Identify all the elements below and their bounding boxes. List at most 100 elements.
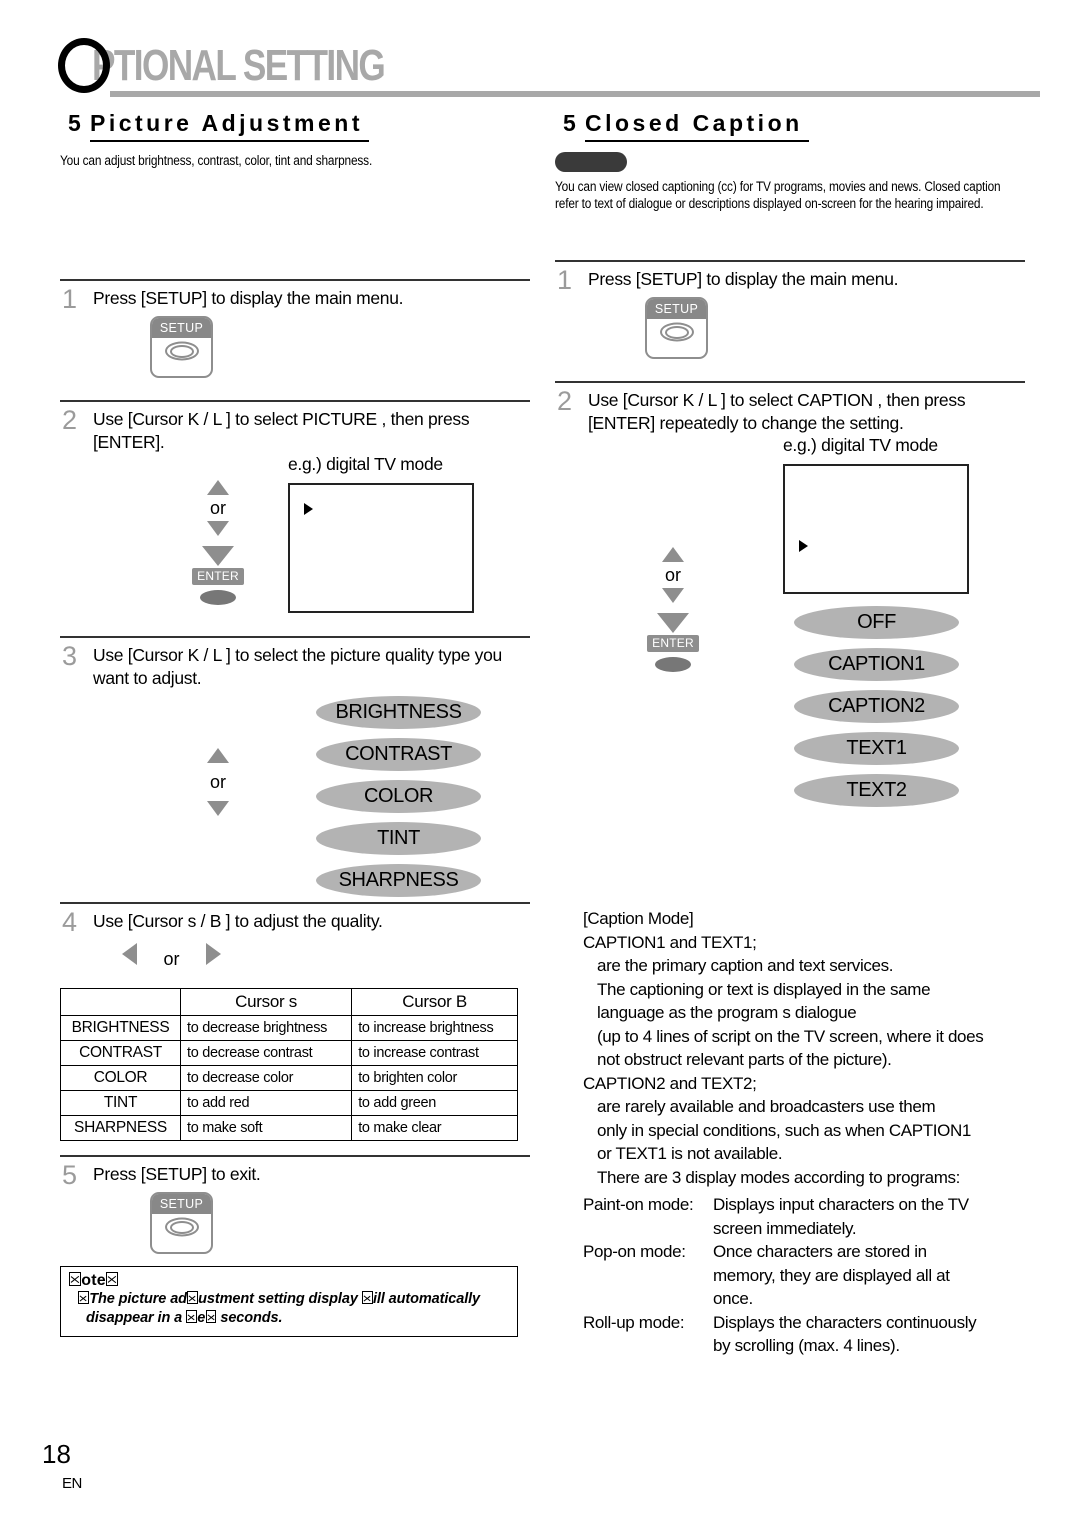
display-modes-list: Paint-on mode: Displays input characters… (583, 1193, 1025, 1358)
missing-glyph-icon (69, 1272, 81, 1287)
picture-quality-options: BRIGHTNESS CONTRAST COLOR TINT SHARPNESS (316, 696, 481, 906)
table-cell: COLOR (60, 1065, 181, 1091)
table-cell: BRIGHTNESS (60, 1015, 181, 1041)
chapter-title-text: PTIONAL SETTING (92, 41, 386, 90)
enter-arrow-icon (657, 613, 689, 633)
table-cell: to increase brightness (351, 1015, 518, 1041)
caption-mode-title: [Caption Mode] (583, 909, 694, 928)
screen-cursor-icon (799, 540, 808, 552)
caption-options: OFF CAPTION1 CAPTION2 TEXT1 TEXT2 (794, 606, 969, 807)
or-label: or (664, 565, 681, 585)
option-oval[interactable]: BRIGHTNESS (316, 696, 481, 729)
setup-key-disc-icon (164, 1217, 199, 1237)
caption-group-2-line: are rarely available and broadcasters us… (597, 1097, 936, 1116)
page-number: 18 (42, 1439, 71, 1469)
option-oval[interactable]: TEXT1 (794, 732, 959, 765)
language-code: EN (62, 1475, 82, 1492)
option-oval[interactable]: CONTRAST (316, 738, 481, 771)
cursor-left-icon (122, 943, 137, 965)
step-number: 4 (62, 907, 78, 937)
enter-key-disc-icon (200, 590, 236, 605)
left-column: 5 Picture Adjustment You can adjust brig… (60, 110, 530, 1337)
table-cell: to make soft (179, 1115, 353, 1141)
section-heading-closed-caption: 5 Closed Caption (555, 110, 1025, 144)
display-mode-line: once. (713, 1289, 753, 1308)
display-mode-line: memory, they are displayed all at (713, 1265, 950, 1285)
section-title: Closed Caption (585, 110, 809, 142)
missing-glyph-icon (106, 1272, 118, 1287)
cursor-down-icon (207, 801, 229, 816)
table-cell: to add green (351, 1090, 518, 1116)
display-mode-name: Pop-on mode: (583, 1242, 686, 1261)
setup-key-disc-icon (164, 341, 199, 361)
step-number: 3 (62, 641, 78, 671)
section-mark: 5 (563, 110, 576, 136)
option-oval[interactable]: COLOR (316, 780, 481, 813)
display-mode-row: Pop-on mode: Once characters are stored … (583, 1240, 1025, 1311)
step-2-block: 2 Use [Cursor K / L ] to select PICTURE … (60, 400, 530, 618)
step-text: Use [Cursor K / L ] to select the pictur… (93, 645, 502, 688)
setup-key-graphic: SETUP (150, 1192, 213, 1254)
setup-key-label: SETUP (152, 1194, 211, 1214)
option-oval[interactable]: CAPTION2 (794, 690, 959, 723)
table-row: CONTRAST to decrease contrast to increas… (60, 1040, 518, 1066)
step-number: 2 (557, 386, 573, 416)
note-box: ote The picture ad ustment setting displa… (60, 1266, 518, 1337)
option-oval[interactable]: OFF (794, 606, 959, 639)
step-text: Use [Cursor K / L ] to select PICTURE , … (93, 409, 470, 452)
section-title: Picture Adjustment (90, 110, 370, 142)
table-row: BRIGHTNESS to decrease brightness to inc… (60, 1015, 518, 1041)
display-mode-row: Roll-up mode: Displays the characters co… (583, 1311, 1025, 1358)
display-mode-name: Paint-on mode: (583, 1195, 694, 1214)
step-number: 1 (557, 265, 573, 295)
caption-group-1-line: not obstruct relevant parts of the pictu… (597, 1050, 892, 1069)
step-text: Use [Cursor s / B ] to adjust the qualit… (93, 911, 383, 931)
cursor-down-icon (662, 588, 684, 603)
tv-screen-example (783, 464, 969, 594)
display-mode-name: Roll-up mode: (583, 1312, 685, 1332)
step-1-block: 1 Press [SETUP] to display the main menu… (60, 279, 530, 378)
caption-group-1-line: The captioning or text is displayed in t… (597, 979, 931, 999)
manual-page: PTIONAL SETTING 5 Picture Adjustment You… (0, 0, 1080, 1526)
enter-arrow-icon (202, 546, 234, 566)
cursor-up-icon (207, 748, 229, 763)
step-text: Press [SETUP] to display the main menu. (588, 269, 899, 289)
display-mode-line: screen immediately. (713, 1218, 857, 1238)
option-oval[interactable]: SHARPNESS (316, 864, 481, 897)
table-cell: to increase contrast (351, 1040, 518, 1066)
option-oval[interactable]: TEXT2 (794, 774, 959, 807)
chapter-title: PTIONAL SETTING (50, 34, 1040, 97)
tv-screen-example (288, 483, 474, 613)
enter-key-label: ENTER (647, 635, 699, 652)
cursor-arrow-group: or ENTER (188, 480, 248, 605)
step-3-block: 3 Use [Cursor K / L ] to select the pict… (60, 636, 530, 897)
cursor-arrow-group: or (188, 748, 248, 816)
step-2-block: 2 Use [Cursor K / L ] to select CAPTION … (555, 381, 1025, 807)
option-oval[interactable]: CAPTION1 (794, 648, 959, 681)
step-number: 5 (62, 1160, 78, 1190)
step-5-block: 5 Press [SETUP] to exit. SETUP ote The p… (60, 1155, 530, 1337)
or-label: or (163, 949, 180, 969)
setup-key-label: SETUP (152, 318, 211, 338)
table-cell: SHARPNESS (60, 1115, 181, 1141)
step-text: Use [Cursor K / L ] to select CAPTION , … (588, 390, 966, 433)
step-1-block: 1 Press [SETUP] to display the main menu… (555, 260, 1025, 359)
option-oval[interactable]: TINT (316, 822, 481, 855)
table-header-cell: Cursor B (351, 988, 518, 1016)
step-number: 1 (62, 284, 78, 314)
table-cell: to brighten color (351, 1065, 518, 1091)
cursor-lr-group: or (122, 943, 530, 972)
note-title: ote (69, 1272, 509, 1290)
caption-mode-description: [Caption Mode] CAPTION1 and TEXT1; are t… (583, 907, 1025, 1189)
missing-glyph-icon (205, 1310, 217, 1324)
right-column: 5 Closed Caption You can view closed cap… (555, 110, 1025, 1358)
section-intro-text: You can view closed captioning (cc) for … (555, 179, 1001, 211)
display-mode-row: Paint-on mode: Displays input characters… (583, 1193, 1025, 1240)
note-body: The picture ad ustment setting display il… (69, 1290, 509, 1328)
quality-adjust-table: Cursor s Cursor B BRIGHTNESS to decrease… (60, 988, 518, 1141)
table-row: TINT to add red to add green (60, 1090, 518, 1116)
caption-group-1-head: CAPTION1 and TEXT1; (583, 932, 757, 952)
section-heading-picture-adjustment: 5 Picture Adjustment (60, 110, 530, 144)
caption-group-2-line: only in special conditions, such as when… (597, 1120, 972, 1140)
cursor-arrow-group: or ENTER (643, 547, 703, 672)
